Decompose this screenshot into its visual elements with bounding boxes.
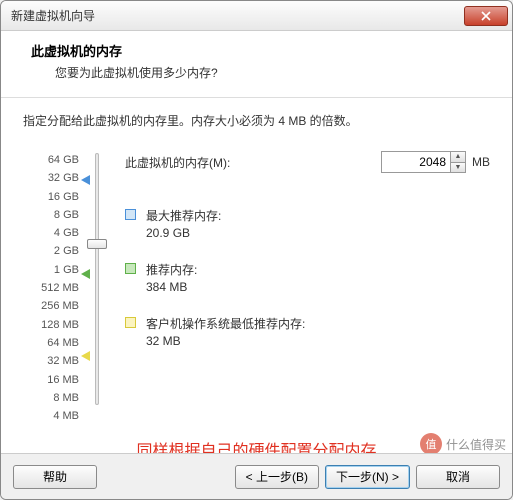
scale-tick: 32 MB: [23, 352, 79, 370]
close-icon: [481, 11, 491, 21]
spin-down-button[interactable]: ▼: [450, 162, 466, 173]
max-label: 最大推荐内存:: [146, 207, 221, 224]
page-subtitle: 您要为此虚拟机使用多少内存?: [31, 64, 496, 81]
scale-tick: 8 MB: [23, 389, 79, 407]
titlebar: 新建虚拟机向导: [1, 1, 512, 31]
min-value: 32 MB: [146, 334, 305, 348]
memory-info: 此虚拟机的内存(M): ▲ ▼ MB 最大推荐内存: 20.9 GB: [115, 151, 490, 425]
square-icon: [125, 317, 136, 328]
min-memory-block: 客户机操作系统最低推荐内存: 32 MB: [125, 315, 305, 348]
wizard-content: 指定分配给此虚拟机的内存里。内存大小必须为 4 MB 的倍数。 64 GB32 …: [1, 98, 512, 461]
slider-thumb[interactable]: [87, 239, 107, 249]
scale-tick: 512 MB: [23, 279, 79, 297]
scale-tick: 32 GB: [23, 169, 79, 187]
wizard-dialog: 新建虚拟机向导 此虚拟机的内存 您要为此虚拟机使用多少内存? 指定分配给此虚拟机…: [0, 0, 513, 500]
max-value: 20.9 GB: [146, 226, 221, 240]
scale-tick: 256 MB: [23, 297, 79, 315]
memory-input[interactable]: [381, 151, 451, 173]
memory-label: 此虚拟机的内存(M):: [125, 154, 381, 171]
back-button[interactable]: < 上一步(B): [235, 465, 319, 489]
instruction-text: 指定分配给此虚拟机的内存里。内存大小必须为 4 MB 的倍数。: [23, 112, 490, 129]
memory-unit: MB: [472, 155, 490, 169]
wizard-footer: 帮助 < 上一步(B) 下一步(N) > 取消: [1, 453, 512, 499]
slider-track: [95, 153, 99, 405]
scale-tick: 128 MB: [23, 316, 79, 334]
next-button[interactable]: 下一步(N) >: [325, 465, 410, 489]
scale-tick: 16 MB: [23, 371, 79, 389]
rec-value: 384 MB: [146, 280, 197, 294]
wizard-header: 此虚拟机的内存 您要为此虚拟机使用多少内存?: [1, 31, 512, 98]
memory-spinner: ▲ ▼: [381, 151, 466, 173]
scale-tick: 64 MB: [23, 334, 79, 352]
rec-label: 推荐内存:: [146, 261, 197, 278]
square-icon: [125, 263, 136, 274]
spin-up-button[interactable]: ▲: [450, 151, 466, 162]
page-title: 此虚拟机的内存: [31, 41, 496, 60]
scale-tick: 4 MB: [23, 407, 79, 425]
scale-tick: 64 GB: [23, 151, 79, 169]
min-label: 客户机操作系统最低推荐内存:: [146, 315, 305, 332]
memory-config-row: 64 GB32 GB16 GB8 GB4 GB2 GB1 GB512 MB256…: [23, 151, 490, 425]
close-button[interactable]: [464, 6, 508, 26]
memory-scale: 64 GB32 GB16 GB8 GB4 GB2 GB1 GB512 MB256…: [23, 151, 79, 425]
max-marker-icon: [81, 175, 90, 185]
square-icon: [125, 209, 136, 220]
scale-tick: 4 GB: [23, 224, 79, 242]
help-button[interactable]: 帮助: [13, 465, 97, 489]
min-marker-icon: [81, 351, 90, 361]
scale-tick: 1 GB: [23, 261, 79, 279]
scale-tick: 2 GB: [23, 242, 79, 260]
max-memory-block: 最大推荐内存: 20.9 GB: [125, 207, 221, 240]
memory-slider[interactable]: [79, 151, 115, 425]
rec-marker-icon: [81, 269, 90, 279]
cancel-button[interactable]: 取消: [416, 465, 500, 489]
rec-memory-block: 推荐内存: 384 MB: [125, 261, 197, 294]
scale-tick: 8 GB: [23, 206, 79, 224]
scale-tick: 16 GB: [23, 188, 79, 206]
window-title: 新建虚拟机向导: [11, 7, 464, 24]
